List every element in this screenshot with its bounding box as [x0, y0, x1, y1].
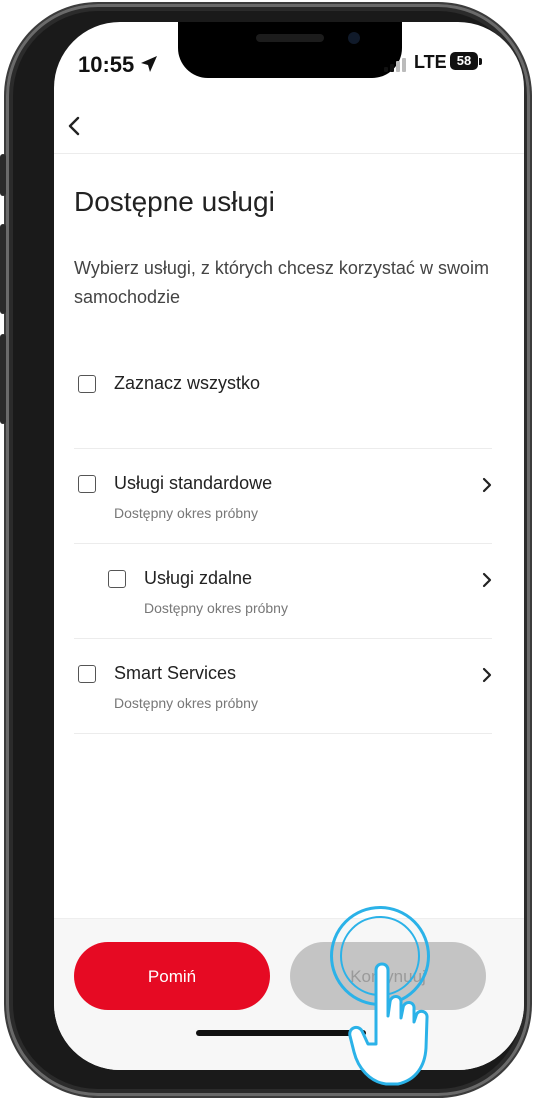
page-description: Wybierz usługi, z których chcesz korzyst…: [74, 258, 489, 307]
speaker: [256, 34, 324, 42]
status-time: 10:55: [78, 52, 135, 77]
service-subtitle: Dostępny okres próbny: [114, 505, 258, 521]
front-camera: [348, 32, 360, 44]
home-indicator: [196, 1030, 366, 1036]
volume-down-button: [0, 334, 6, 424]
checkbox-icon[interactable]: [78, 375, 96, 393]
chevron-right-icon[interactable]: [480, 570, 494, 590]
checkbox-icon[interactable]: [78, 475, 96, 493]
chevron-right-icon[interactable]: [480, 665, 494, 685]
back-chevron-icon[interactable]: [60, 110, 90, 142]
checkbox-icon[interactable]: [108, 570, 126, 588]
battery-icon: 58: [450, 52, 478, 70]
battery-cap: [479, 58, 482, 65]
page-title: Dostępne usługi: [74, 186, 275, 217]
notch: [178, 22, 402, 78]
volume-up-button: [0, 224, 6, 314]
side-button: [0, 154, 6, 196]
service-row-remote[interactable]: Usługi zdalne Dostępny okres próbny: [74, 544, 492, 639]
select-all-label: Zaznacz wszystko: [114, 373, 261, 393]
network-label: LTE: [414, 52, 447, 72]
tap-hand-icon: [348, 962, 429, 1086]
services-list: Zaznacz wszystko Usługi standardowe Dost…: [74, 370, 492, 734]
skip-button[interactable]: Pomiń: [74, 942, 270, 1010]
service-label: Usługi zdalne: [144, 568, 253, 588]
service-label: Smart Services: [114, 663, 237, 683]
chevron-right-icon[interactable]: [480, 475, 494, 495]
checkbox-icon[interactable]: [78, 665, 96, 683]
service-row-smart[interactable]: Smart Services Dostępny okres próbny: [74, 639, 492, 734]
location-arrow-icon: [141, 56, 157, 72]
phone-frame: 10:55 LTE 58 Dostępne usługi Wybierz usł…: [0, 4, 530, 1096]
service-subtitle: Dostępny okres próbny: [144, 600, 288, 616]
header-divider: [54, 153, 524, 154]
service-subtitle: Dostępny okres próbny: [114, 695, 258, 711]
service-label: Usługi standardowe: [114, 473, 273, 493]
signal-bars-icon: [384, 58, 406, 72]
select-all-row[interactable]: Zaznacz wszystko: [74, 370, 492, 449]
service-row-standard[interactable]: Usługi standardowe Dostępny okres próbny: [74, 449, 492, 544]
app-screen: 10:55 LTE 58 Dostępne usługi Wybierz usł…: [54, 22, 524, 1070]
